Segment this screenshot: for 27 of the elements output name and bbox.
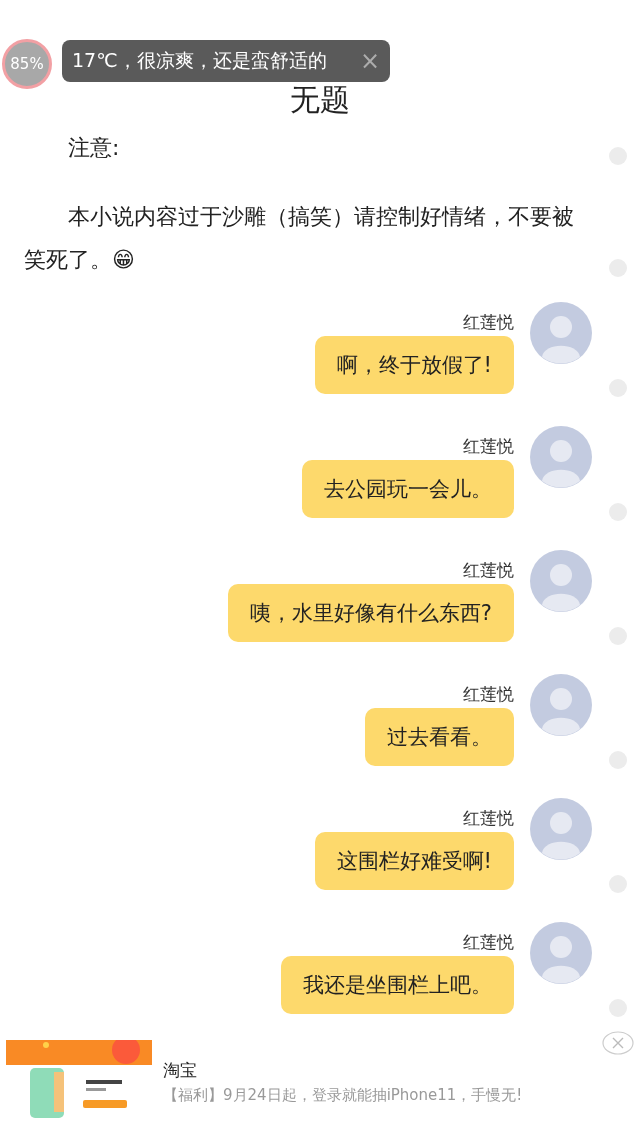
ad-description: 【福利】9月24日起，登录就能抽iPhone11，手慢无! xyxy=(163,1085,524,1106)
sender-name: 红莲悦 xyxy=(463,807,514,829)
close-icon[interactable] xyxy=(602,1031,634,1055)
sender-name: 红莲悦 xyxy=(463,435,514,457)
close-button[interactable]: × xyxy=(357,47,382,75)
sender-name: 红莲悦 xyxy=(463,311,514,333)
avatar-icon[interactable] xyxy=(530,674,592,736)
battery-indicator: 85% xyxy=(2,39,52,89)
avatar-icon[interactable] xyxy=(530,426,592,488)
sender-name: 红莲悦 xyxy=(463,683,514,705)
avatar-icon[interactable] xyxy=(530,550,592,612)
sender-name: 红莲悦 xyxy=(463,931,514,953)
chapter-title: 无题 xyxy=(290,84,350,116)
message-bubble: 我还是坐围栏上吧。 xyxy=(281,956,514,1014)
paragraph-text: 本小说内容过于沙雕（搞笑）请控制好情绪，不要被笑死了。😁 xyxy=(24,203,575,274)
avatar-icon[interactable] xyxy=(530,922,592,984)
ad-source: 淘宝 xyxy=(163,1059,198,1081)
message-bubble: 这围栏好难受啊! xyxy=(314,832,514,890)
paragraph-text: 注意: xyxy=(67,134,121,162)
avatar-icon[interactable] xyxy=(530,302,592,364)
avatar-icon[interactable] xyxy=(530,798,592,860)
toast-text: 17℃，很凉爽，还是蛮舒适的 xyxy=(72,48,328,73)
message-bubble: 啊，终于放假了! xyxy=(314,336,514,394)
message-bubble: 过去看看。 xyxy=(365,708,514,766)
message-bubble: 咦，水里好像有什么东西? xyxy=(227,584,514,642)
message-bubble: 去公园玩一会儿。 xyxy=(302,460,514,518)
sender-name: 红莲悦 xyxy=(463,559,514,581)
